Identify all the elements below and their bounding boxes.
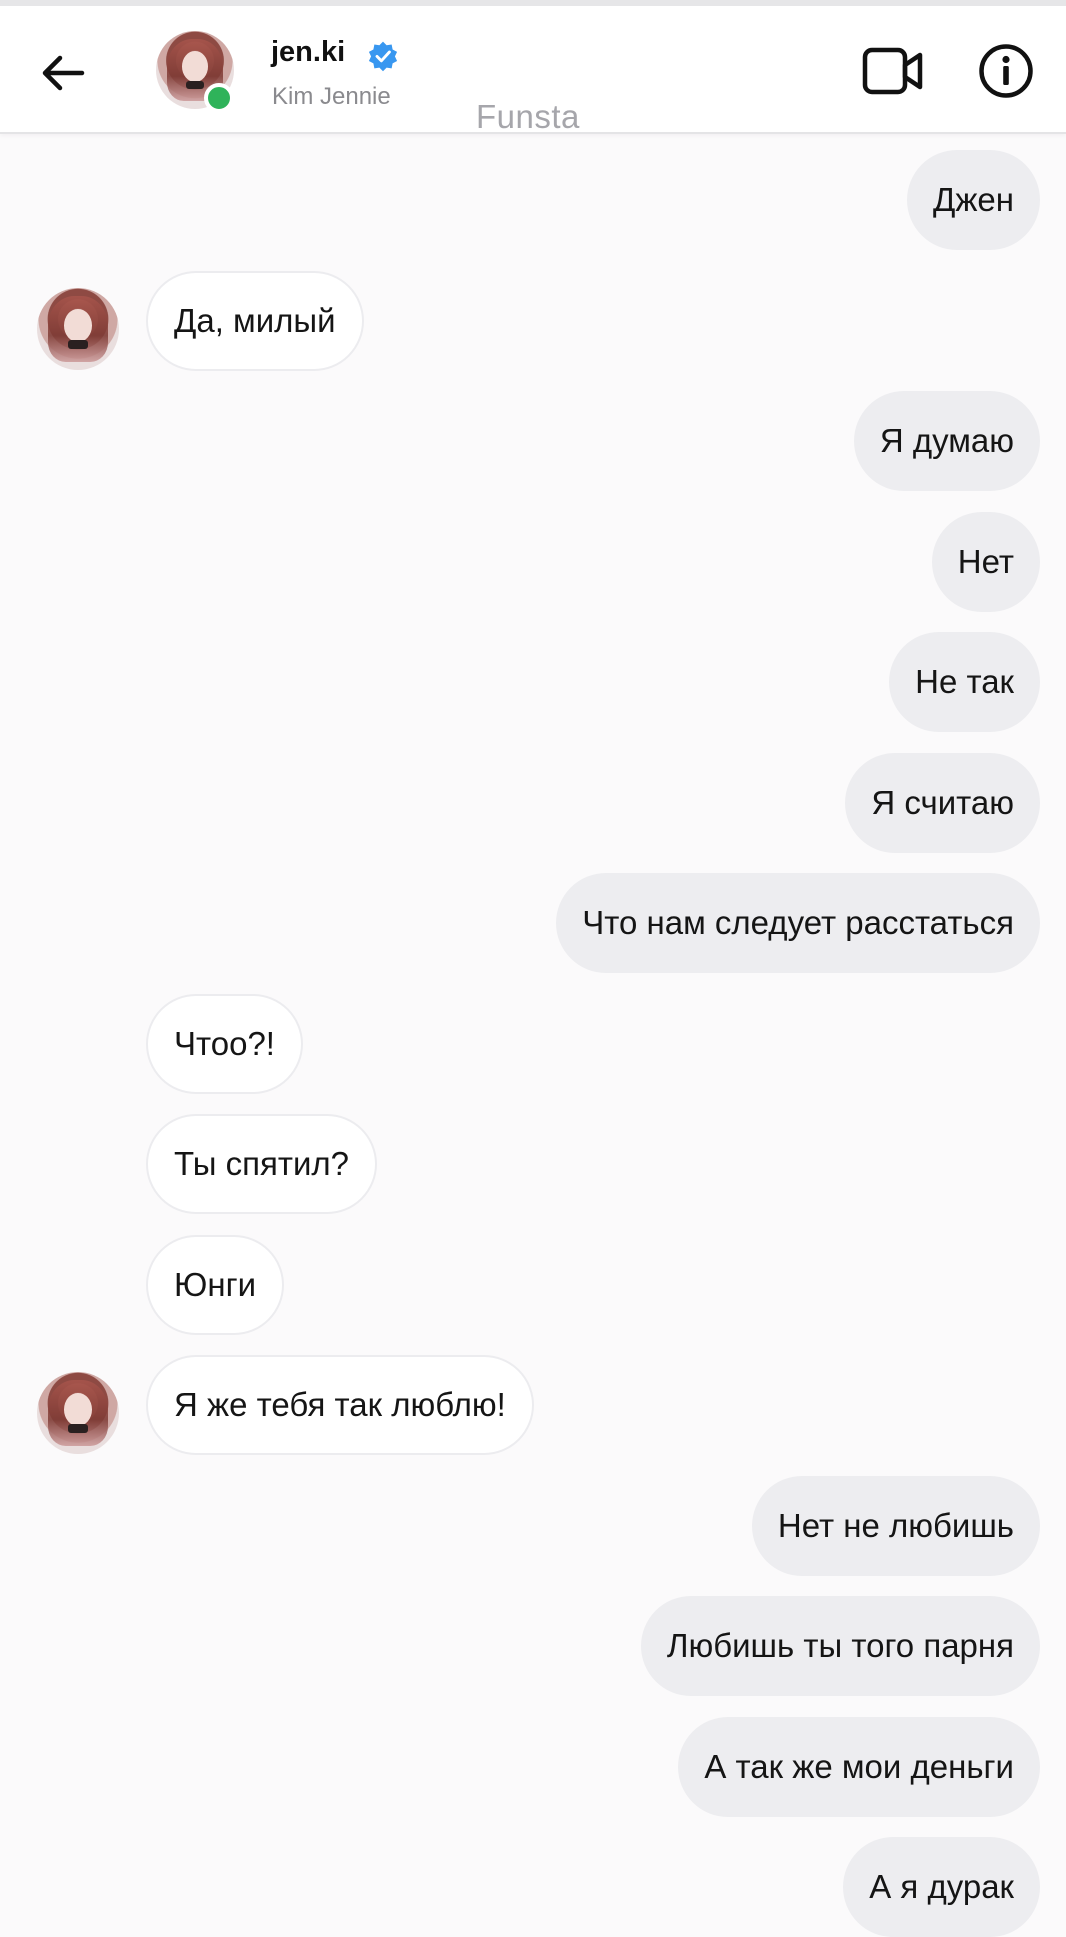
sent-message-bubble[interactable]: А я дурак bbox=[843, 1837, 1040, 1937]
sent-message-bubble[interactable]: Что нам следует расстаться bbox=[556, 873, 1040, 973]
received-message-bubble[interactable]: Чтоо?! bbox=[146, 994, 303, 1094]
sent-message-bubble[interactable]: Джен bbox=[906, 150, 1040, 250]
sent-message-bubble[interactable]: Нет bbox=[931, 512, 1040, 612]
contact-full-name: Kim Jennie bbox=[272, 83, 391, 110]
received-message-bubble[interactable]: Юнги bbox=[146, 1235, 285, 1335]
received-message-bubble[interactable]: Ты спятил? bbox=[146, 1114, 377, 1214]
sent-message-bubble[interactable]: А так же мои деньги bbox=[678, 1717, 1040, 1817]
sender-avatar[interactable] bbox=[37, 288, 119, 370]
sent-message-bubble[interactable]: Нет не любишь bbox=[751, 1476, 1040, 1576]
received-message-bubble[interactable]: Да, милый bbox=[146, 271, 364, 371]
chat-header: jen.ki Kim Jennie Funsta bbox=[0, 6, 1066, 135]
online-status-indicator bbox=[204, 83, 234, 113]
info-icon[interactable] bbox=[978, 43, 1034, 99]
sent-message-bubble[interactable]: Любишь ты того парня bbox=[640, 1596, 1040, 1696]
sender-avatar[interactable] bbox=[37, 1372, 119, 1454]
sent-message-bubble[interactable]: Не так bbox=[889, 632, 1040, 732]
back-arrow-icon[interactable] bbox=[38, 48, 88, 98]
contact-username[interactable]: jen.ki bbox=[271, 36, 345, 69]
watermark-text: Funsta bbox=[476, 98, 580, 135]
sent-message-bubble[interactable]: Я думаю bbox=[853, 391, 1040, 491]
received-message-bubble[interactable]: Я же тебя так люблю! bbox=[146, 1355, 534, 1455]
sent-message-bubble[interactable]: Я считаю bbox=[845, 753, 1040, 853]
video-call-icon[interactable] bbox=[862, 46, 924, 96]
verified-badge-icon bbox=[368, 41, 398, 72]
